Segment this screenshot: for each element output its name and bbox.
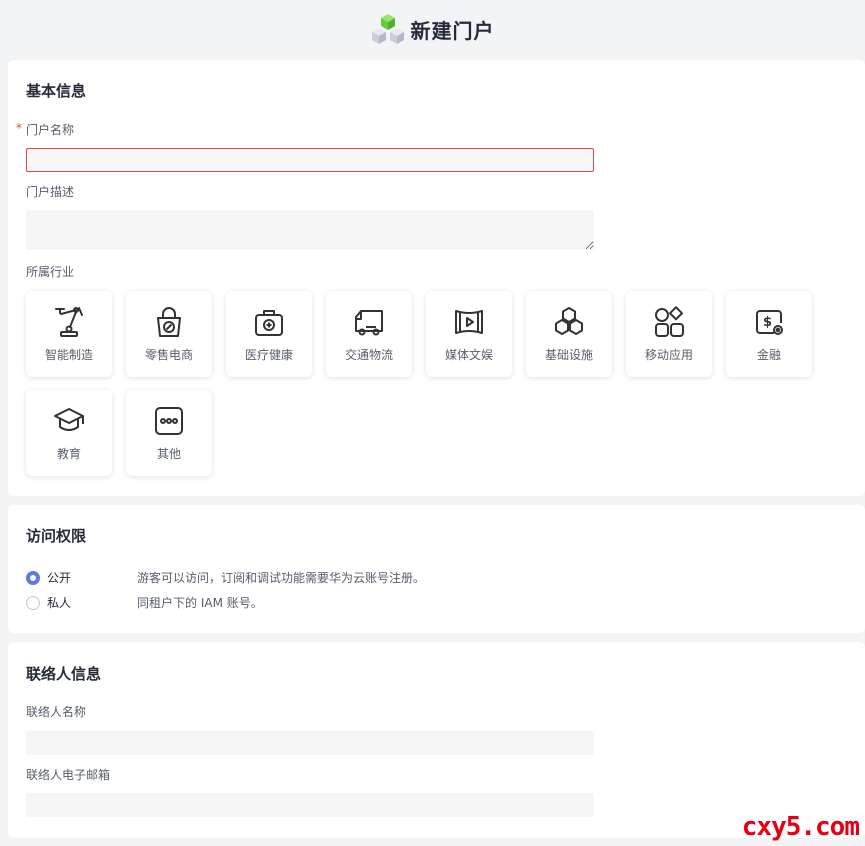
radio-public-indicator[interactable] — [26, 570, 40, 585]
radio-public-desc: 游客可以访问，订阅和调试功能需要华为云账号注册。 — [137, 571, 426, 585]
cubes-logo-icon — [371, 14, 404, 44]
finance-icon: $ — [756, 310, 783, 335]
industry-label: 所属行业 — [26, 265, 75, 279]
portal-name-input[interactable] — [26, 148, 594, 172]
industry-label-text: 教育 — [56, 447, 81, 461]
basic-info-section: 基本信息 * 门户名称 门户描述 所属行业 智能制造 零售电商 医疗健康 交通物… — [8, 60, 865, 496]
industry-tile-mobile-apps[interactable]: 移动应用 — [626, 291, 712, 377]
contact-email-label: 联络人电子邮箱 — [26, 768, 111, 782]
film-icon — [455, 310, 483, 334]
industry-tile-other[interactable]: 其他 — [126, 390, 212, 476]
section-title-basic: 基本信息 — [26, 82, 87, 100]
industry-tile-education[interactable]: 教育 — [26, 390, 112, 476]
radio-private[interactable]: 私人 同租户下的 IAM 账号。 — [26, 594, 263, 611]
robot-arm-icon — [55, 307, 83, 337]
industry-label-text: 交通物流 — [344, 348, 393, 362]
contact-name-input[interactable] — [26, 731, 594, 755]
radio-public-label: 公开 — [47, 571, 72, 585]
graduation-cap-icon — [54, 408, 84, 431]
watermark-text: cxy5.com — [741, 812, 860, 842]
industry-label-text: 移动应用 — [644, 348, 693, 362]
industry-tile-manufacturing[interactable]: 智能制造 — [26, 291, 112, 377]
industry-tile-infrastructure[interactable]: 基础设施 — [526, 291, 612, 377]
industry-label-text: 基础设施 — [544, 348, 593, 362]
radio-private-desc: 同租户下的 IAM 账号。 — [137, 596, 263, 610]
apps-icon — [655, 306, 684, 337]
radio-public[interactable]: 公开 游客可以访问，订阅和调试功能需要华为云账号注册。 — [26, 569, 425, 586]
medical-kit-icon — [255, 310, 283, 336]
industry-label-text: 医疗健康 — [244, 348, 293, 362]
contact-section: 联络人信息 联络人名称 联络人电子邮箱 — [8, 642, 865, 838]
industry-label-text: 其他 — [156, 447, 181, 461]
portal-desc-label: 门户描述 — [26, 185, 75, 199]
radio-private-label: 私人 — [47, 596, 72, 610]
cubes-icon — [555, 307, 583, 335]
contact-email-input[interactable] — [26, 793, 594, 817]
page-title: 新建门户 — [410, 18, 495, 43]
truck-icon — [355, 310, 383, 336]
section-title-access: 访问权限 — [26, 527, 87, 545]
page-header: 新建门户 — [0, 0, 865, 58]
required-mark: * — [16, 121, 22, 135]
industry-label-text: 金融 — [756, 348, 781, 362]
industry-tile-healthcare[interactable]: 医疗健康 — [226, 291, 312, 377]
industry-label-text: 媒体文娱 — [444, 348, 493, 362]
radio-private-indicator[interactable] — [26, 595, 40, 610]
industry-tile-retail[interactable]: 零售电商 — [126, 291, 212, 377]
industry-label-text: 零售电商 — [144, 348, 193, 362]
svg-text:$: $ — [763, 315, 772, 330]
portal-name-label: * 门户名称 — [16, 121, 75, 138]
industry-tile-finance[interactable]: $ 金融 — [726, 291, 812, 377]
contact-name-label: 联络人名称 — [26, 705, 87, 719]
shopping-bag-icon — [157, 307, 181, 337]
more-icon — [155, 407, 183, 435]
access-section: 访问权限 公开 游客可以访问，订阅和调试功能需要华为云账号注册。 私人 同租户下… — [8, 505, 865, 633]
industry-label-text: 智能制造 — [44, 348, 93, 362]
industry-tile-media[interactable]: 媒体文娱 — [426, 291, 512, 377]
portal-desc-textarea[interactable] — [26, 210, 594, 250]
section-title-contact: 联络人信息 — [26, 665, 102, 683]
industry-tile-logistics[interactable]: 交通物流 — [326, 291, 412, 377]
portal-name-label-text: 门户名称 — [26, 123, 75, 137]
